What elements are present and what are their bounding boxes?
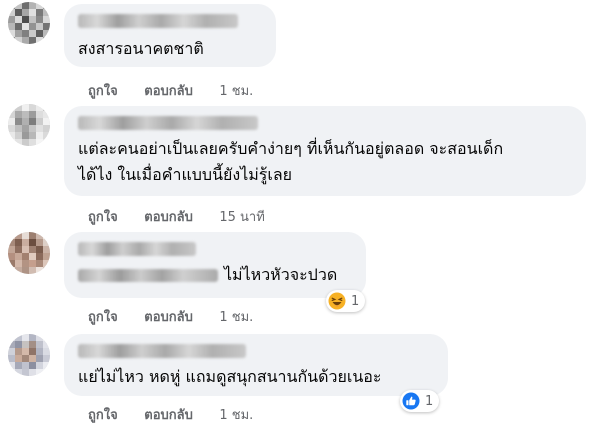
comment-text: สงสารอนาคตชาติ	[78, 39, 204, 58]
comment-text-line-1: แต่ละคนอย่าเป็นเลยครับคำง่ายๆ ที่เห็นกัน…	[78, 139, 504, 158]
comment-bubble: ไม่ไหวหัวจะปวด	[64, 232, 366, 298]
comment-bubble: แย่ไม่ไหว หดหู่ แถมดูสนุกสนานกันด้วยเนอะ	[64, 334, 448, 396]
author-name-redacted[interactable]	[78, 14, 238, 28]
avatar[interactable]	[8, 334, 50, 376]
comment-bubble: แต่ละคนอย่าเป็นเลยครับคำง่ายๆ ที่เห็นกัน…	[64, 106, 586, 196]
comment-actions: ถูกใจ ตอบกลับ 15 นาที	[88, 206, 265, 227]
reaction-count: 1	[425, 393, 434, 409]
like-button[interactable]: ถูกใจ	[88, 206, 118, 227]
reply-button[interactable]: ตอบกลับ	[144, 306, 193, 327]
comment-actions: ถูกใจ ตอบกลับ 1 ชม.	[88, 404, 253, 425]
comment-timestamp[interactable]: 1 ชม.	[219, 404, 253, 425]
reply-button[interactable]: ตอบกลับ	[144, 80, 193, 101]
comment-text: แย่ไม่ไหว หดหู่ แถมดูสนุกสนานกันด้วยเนอะ	[78, 367, 382, 386]
author-name-redacted[interactable]	[78, 116, 258, 130]
comment-timestamp[interactable]: 15 นาที	[219, 206, 264, 227]
reaction-summary[interactable]: 1	[326, 290, 366, 312]
author-name-redacted[interactable]	[78, 344, 246, 358]
comment-timestamp[interactable]: 1 ชม.	[219, 80, 253, 101]
reply-button[interactable]: ตอบกลับ	[144, 206, 193, 227]
comment-bubble: สงสารอนาคตชาติ	[64, 4, 276, 67]
like-button[interactable]: ถูกใจ	[88, 80, 118, 101]
comment-text: ไม่ไหวหัวจะปวด	[78, 262, 352, 288]
like-icon	[402, 392, 420, 410]
reply-button[interactable]: ตอบกลับ	[144, 404, 193, 425]
like-button[interactable]: ถูกใจ	[88, 306, 118, 327]
redacted-text	[78, 269, 218, 282]
reaction-count: 1	[351, 293, 360, 309]
haha-icon	[328, 292, 346, 310]
avatar[interactable]	[8, 2, 50, 44]
like-button[interactable]: ถูกใจ	[88, 404, 118, 425]
comment-timestamp[interactable]: 1 ชม.	[219, 306, 253, 327]
avatar[interactable]	[8, 104, 50, 146]
comment-text-visible: ไม่ไหวหัวจะปวด	[224, 265, 338, 284]
comment-actions: ถูกใจ ตอบกลับ 1 ชม.	[88, 306, 253, 327]
author-name-redacted[interactable]	[78, 242, 196, 256]
comment-text-line-2: ได้ไง ในเมื่อคำแบบนี้ยังไม่รู้เลย	[78, 165, 293, 184]
reaction-summary[interactable]: 1	[400, 390, 440, 412]
comment-actions: ถูกใจ ตอบกลับ 1 ชม.	[88, 80, 253, 101]
avatar[interactable]	[8, 232, 50, 274]
